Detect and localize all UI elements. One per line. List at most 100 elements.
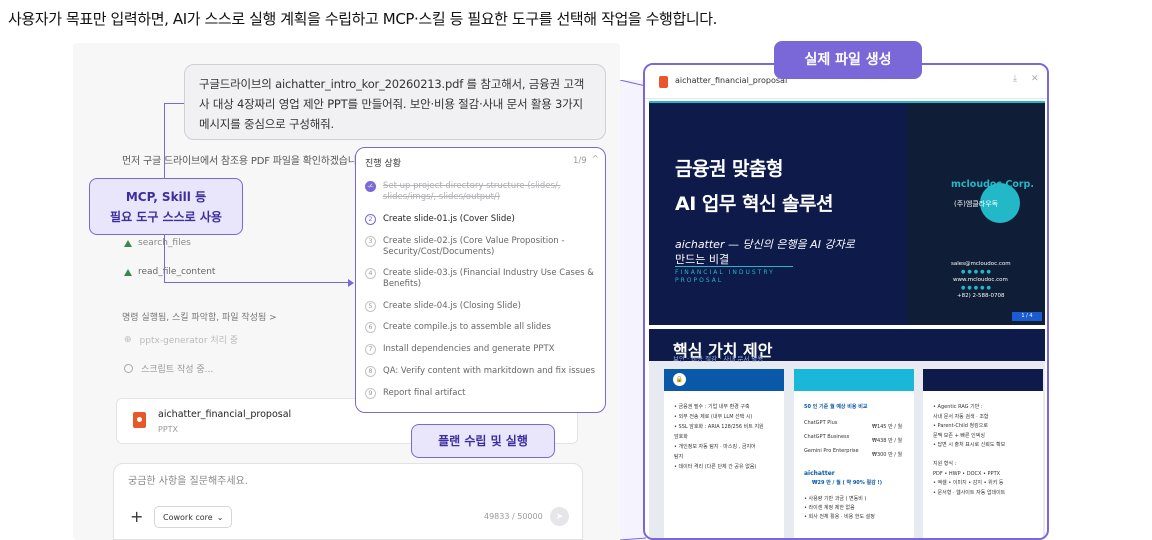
execution-summary-toggle[interactable]: 명령 실행됨, 스킬 파악함, 파일 작성됨 >: [122, 310, 277, 323]
progress-step-label: Create slide-02.js (Core Value Propositi…: [383, 236, 565, 257]
send-button[interactable]: ➤: [550, 507, 569, 526]
progress-step: 6 Create compile.js to assemble all slide…: [365, 322, 600, 333]
column-text-line: 사내 문서 자동 검색 · 조합: [933, 413, 989, 420]
google-drive-icon: [124, 268, 132, 276]
column-text-line: • 사용량 기반 과금 ( 변동비 ): [804, 496, 867, 502]
step-number-icon: 8: [365, 366, 376, 377]
slide-1-title-line2: AI 업무 혁신 솔루션: [675, 193, 833, 215]
tool-call-search-files[interactable]: search_files: [124, 238, 191, 248]
slide-1-dots: ●●●●●: [961, 269, 993, 275]
progress-step-label: Create slide-03.js (Financial Industry U…: [383, 268, 594, 289]
slide-1-cover: 금융권 맞춤형 AI 업무 혁신 솔루션 aichatter — 당신의 은행을…: [649, 101, 1045, 325]
pptx-file-icon: [133, 412, 146, 428]
assistant-intro-text: 먼저 구글 드라이브에서 참조용 PDF 파일을 확인하겠습니다.: [122, 156, 369, 167]
arrow-right-icon: [348, 279, 354, 287]
file-type: PPTX: [158, 425, 179, 434]
progress-step: ✓ Set up project directory structure (sli…: [365, 181, 600, 203]
chat-input-placeholder[interactable]: 궁금한 사항을 질문해주세요.: [128, 472, 248, 487]
cost-price: ₩29 만 / 월 ( 약 90% 절감 !): [812, 480, 883, 486]
progress-step: 5 Create slide-04.js (Closing Slide): [365, 301, 600, 312]
slide-1-title-line1: 금융권 맞춤형: [675, 158, 784, 180]
tool-call-read-file[interactable]: read_file_content: [124, 267, 215, 277]
callout-file-generated: 실제 파일 생성: [774, 41, 922, 79]
mode-select[interactable]: Cowork core ⌄: [154, 506, 233, 528]
column-text-line: 암호화: [674, 434, 688, 440]
progress-title: 진행 상황: [365, 159, 401, 169]
slide-2-subtitle: 보안 · 비용 절감 · 사내 문서 활용: [673, 355, 764, 363]
column-text-line: • SSL 암호화 : ARIA 128/256 비트 지원: [674, 424, 764, 430]
headline: 사용자가 목표만 입력하면, AI가 스스로 실행 계획을 수립하고 MCP·스…: [8, 10, 718, 28]
slide-1-accent-line: [649, 101, 1045, 103]
column-text-line: • 회사 전체 활용 · 비용 한도 설정: [804, 514, 875, 520]
column-header: [794, 369, 914, 391]
download-icon[interactable]: ⤓: [1013, 74, 1017, 84]
send-icon: ➤: [555, 511, 564, 522]
column-header: 🔒: [664, 369, 784, 391]
column-text-line: • 문서형 · 웹사이트 자동 업데이트: [933, 489, 1006, 496]
progress-step-label: Create slide-04.js (Closing Slide): [383, 301, 521, 311]
cost-row-price: ₩300 만 / 월: [872, 452, 903, 458]
connector-line: [164, 235, 165, 283]
step-number-icon: 2: [365, 214, 376, 225]
skill-icon: ⊕: [124, 334, 132, 345]
column-text-line: • 라이센 계정 제한 없음: [804, 505, 855, 511]
slide-1-company: mcloudoc Corp.: [951, 179, 1034, 190]
file-preview-window: aichatter_financial_proposal ⤓ ✕ 금융권 맞춤형…: [643, 63, 1049, 540]
cost-row-price: ₩438 만 / 월: [872, 438, 903, 444]
progress-step: 9 Report final artifact: [365, 388, 600, 399]
chevron-up-icon[interactable]: ^: [592, 154, 599, 163]
column-text-line: 문맥 보존 + 빠른 인덱싱: [933, 432, 985, 439]
skill-step-script: 스크립트 작성 중...: [124, 362, 213, 375]
cost-header: 50 인 기준 월 예상 비용 비교: [804, 404, 868, 410]
slide-1-phone: +82) 2-588-0708: [957, 293, 1005, 299]
loading-icon: [124, 364, 133, 373]
cost-row-name: Gemini Pro Enterprise: [804, 448, 859, 454]
progress-step-label: Create slide-01.js (Cover Slide): [383, 214, 515, 224]
progress-step-label: Create compile.js to assemble all slides: [383, 322, 551, 332]
user-message-bubble: 구글드라이브의 aichatter_intro_kor_20260213.pdf…: [184, 64, 606, 140]
close-icon[interactable]: ✕: [1031, 74, 1039, 84]
progress-step: 3 Create slide-02.js (Core Value Proposit…: [365, 236, 600, 258]
slide-1-company-kr: (주)엠클라우독: [954, 200, 999, 208]
slide-1-tag: PROPOSAL: [675, 277, 724, 284]
google-drive-icon: [124, 239, 132, 247]
progress-step: 2 Create slide-01.js (Cover Slide): [365, 214, 600, 225]
char-count: 49833 / 50000: [484, 512, 543, 521]
skill-step-pptx: ⊕ pptx-generator 처리 중: [124, 334, 239, 347]
slide-1-side-panel: [907, 101, 1045, 325]
column-text-line: • 금융권 필수 : 기업 내부 환경 구축: [674, 404, 750, 410]
progress-panel: 진행 상황 1/9 ^ ✓ Set up project directory st…: [355, 147, 606, 413]
progress-step-label: Set up project directory structure (slid…: [383, 181, 561, 202]
pptx-file-icon: [659, 76, 668, 88]
progress-step-label: Report final artifact: [383, 388, 466, 398]
progress-step: 4 Create slide-03.js (Financial Industry …: [365, 268, 600, 290]
progress-count: 1/9: [573, 156, 587, 166]
add-attachment-button[interactable]: +: [130, 507, 143, 526]
slide-1-tag: FINANCIAL INDUSTRY: [675, 269, 775, 276]
cost-brand: aichatter: [804, 470, 835, 477]
slide-2-value-proposition: 핵심 가치 제안 보안 · 비용 절감 · 사내 문서 활용 🔒 • 금융권 필…: [649, 329, 1045, 538]
chevron-down-icon: ⌄: [216, 512, 224, 522]
slide-1-email: sales@mcloudoc.com: [951, 261, 1011, 267]
callout-plan: 플랜 수립 및 실행: [411, 424, 555, 458]
slide-1-subtitle-line1: aichatter — 당신의 은행을 AI 강자로: [675, 238, 855, 251]
cost-row-name: ChatGPT Business: [804, 434, 850, 440]
column-text-line: • Agentic RAG 기반 :: [933, 404, 983, 410]
slide-1-dots: ●●●●●: [961, 285, 993, 291]
slide-1-subtitle-line2: 만드는 비결: [675, 253, 730, 266]
slide-2-column-cost: 50 인 기준 월 예상 비용 비교 ChatGPT Plus ₩145 만 / …: [794, 369, 914, 538]
progress-step-label: Install dependencies and generate PPTX: [383, 344, 555, 354]
column-text-line: • 데이터 격리 (다른 단체 간 공유 없음): [674, 464, 757, 470]
column-header: [923, 369, 1043, 391]
connector-line: [164, 103, 184, 104]
callout-tools: MCP, Skill 등 필요 도구 스스로 사용: [89, 178, 243, 235]
column-text-line: • 개인정보 자동 탐지 · 마스킹 , 금지어: [674, 444, 756, 450]
connector-line: [164, 282, 350, 283]
column-text-line: 탐지: [674, 454, 684, 460]
connector-line: [164, 103, 165, 178]
column-text-line: • 답변 시 출처 표시로 신뢰도 확보: [933, 442, 1006, 448]
step-number-icon: 4: [365, 268, 376, 279]
step-number-icon: 7: [365, 344, 376, 355]
progress-step: 8 QA: Verify content with markitdown and …: [365, 366, 600, 377]
chat-input-box[interactable]: 궁금한 사항을 질문해주세요. + Cowork core ⌄ 49833 / …: [113, 463, 583, 540]
